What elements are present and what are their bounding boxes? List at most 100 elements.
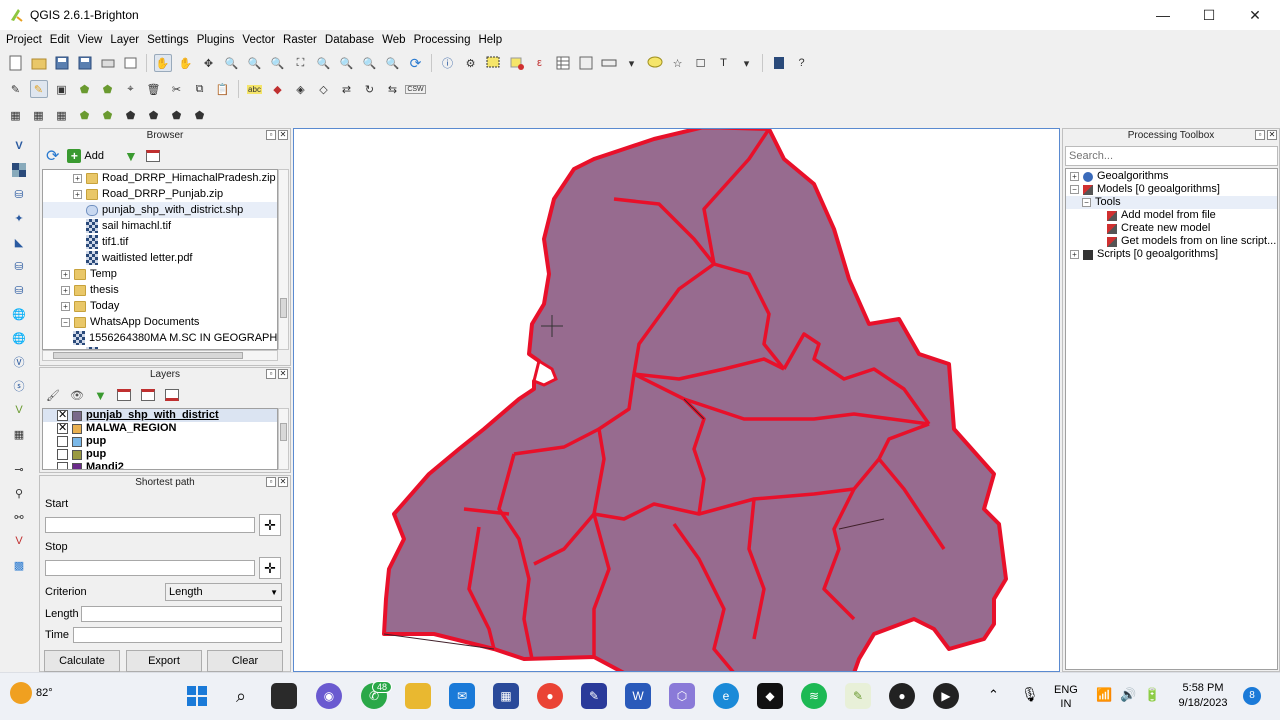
- layer-visibility-checkbox[interactable]: [57, 436, 68, 447]
- expand-all-icon[interactable]: [116, 389, 131, 401]
- criterion-select[interactable]: Length ▼: [165, 583, 282, 601]
- add-spatialite-icon[interactable]: ✦: [10, 209, 28, 227]
- action-icon[interactable]: ⚙: [462, 54, 480, 72]
- add-vector-layer-icon[interactable]: V: [10, 137, 28, 155]
- mail-icon[interactable]: ✉: [449, 683, 475, 709]
- layer-labeling-icon[interactable]: ◆: [269, 80, 287, 98]
- browser-vscrollbar[interactable]: [278, 169, 289, 350]
- notification-badge[interactable]: 8: [1243, 687, 1261, 705]
- whats-this-icon[interactable]: ?: [793, 54, 811, 72]
- collapse-all-icon[interactable]: [140, 389, 155, 401]
- open-project-icon[interactable]: [30, 54, 48, 72]
- weather-widget[interactable]: 82°: [10, 682, 53, 704]
- georeferencer-icon[interactable]: ⚯: [10, 508, 28, 526]
- new-spatialite-layer-icon[interactable]: ▦: [10, 425, 28, 443]
- refresh-icon[interactable]: ⟳: [46, 146, 59, 166]
- calculate-button[interactable]: Calculate: [44, 650, 120, 672]
- paste-features-icon[interactable]: 📋: [214, 80, 232, 98]
- add-feature-icon[interactable]: ⬟: [76, 80, 94, 98]
- file-explorer-icon[interactable]: [405, 683, 431, 709]
- float-panel-icon[interactable]: ▫: [266, 477, 276, 487]
- close-panel-icon[interactable]: ✕: [278, 477, 288, 487]
- label-tool-icon[interactable]: abc: [246, 80, 264, 98]
- start-point-input[interactable]: [45, 517, 255, 533]
- reshape-icon[interactable]: ▦: [53, 106, 71, 124]
- move-label-icon[interactable]: ⇄: [338, 80, 356, 98]
- menu-database[interactable]: Database: [321, 34, 378, 46]
- zoom-last-icon[interactable]: 🔍: [361, 54, 379, 72]
- expander-icon[interactable]: +: [1070, 172, 1079, 181]
- field-calculator-icon[interactable]: [577, 54, 595, 72]
- maximize-button[interactable]: ☐: [1186, 0, 1232, 30]
- layer-visibility-checkbox[interactable]: [57, 449, 68, 460]
- expander-icon[interactable]: +: [73, 189, 82, 199]
- node-tool-icon[interactable]: ⌖: [122, 80, 140, 98]
- toolbox-item[interactable]: − Models [0 geoalgorithms]: [1066, 183, 1277, 196]
- word-icon[interactable]: W: [625, 683, 651, 709]
- merge-features-icon[interactable]: ⬟: [122, 106, 140, 124]
- add-raster-layer-icon[interactable]: [10, 161, 28, 179]
- menu-settings[interactable]: Settings: [143, 34, 193, 46]
- rotate-symbols-icon[interactable]: ⬟: [168, 106, 186, 124]
- toggle-editing-icon[interactable]: ✎: [29, 80, 48, 98]
- menu-plugins[interactable]: Plugins: [193, 34, 239, 46]
- capture-start-point-button[interactable]: ✛: [259, 514, 281, 536]
- wifi-icon[interactable]: 📶: [1096, 687, 1112, 703]
- toolbox-item[interactable]: Add model from file: [1066, 209, 1277, 222]
- microphone-icon[interactable]: 🎙: [1021, 686, 1039, 703]
- delete-selected-icon[interactable]: 🗑: [145, 80, 163, 98]
- remove-layer-icon[interactable]: [164, 389, 179, 401]
- menu-help[interactable]: Help: [474, 34, 506, 46]
- menu-processing[interactable]: Processing: [410, 34, 475, 46]
- browser-item[interactable]: − WhatsApp Documents: [43, 314, 277, 330]
- add-mssql-icon[interactable]: ◣: [10, 233, 28, 251]
- copilot-icon[interactable]: ⬡: [669, 683, 695, 709]
- capture-stop-point-button[interactable]: ✛: [259, 557, 281, 579]
- add-postgis-icon[interactable]: ⛁: [10, 185, 28, 203]
- browser-item[interactable]: + thesis: [43, 282, 277, 298]
- add-wcs-icon[interactable]: 🌐: [10, 329, 28, 347]
- annotation-icon[interactable]: ☐: [692, 54, 710, 72]
- browser-item[interactable]: punjab_shp_with_district.shp: [43, 202, 277, 218]
- deselect-icon[interactable]: [508, 54, 526, 72]
- simplify-icon[interactable]: ⬟: [191, 106, 209, 124]
- zoom-selection-icon[interactable]: 🔍: [315, 54, 333, 72]
- menu-vector[interactable]: Vector: [238, 34, 279, 46]
- show-hide-labels-icon[interactable]: ◇: [315, 80, 333, 98]
- expander-icon[interactable]: +: [1070, 250, 1079, 259]
- browser-hscrollbar[interactable]: [42, 350, 278, 361]
- add-oracle-icon[interactable]: ⛁: [10, 257, 28, 275]
- add-delimited-text-icon[interactable]: ⓢ: [10, 377, 28, 395]
- browser-item[interactable]: + Today: [43, 298, 277, 314]
- menu-web[interactable]: Web: [378, 34, 409, 46]
- add-wms-icon[interactable]: 🌐: [10, 305, 28, 323]
- video-app-icon[interactable]: ◆: [757, 683, 783, 709]
- refresh-icon[interactable]: ⟳: [407, 54, 425, 72]
- expander-icon[interactable]: −: [1082, 198, 1091, 207]
- print-composer-icon[interactable]: [99, 54, 117, 72]
- measure-line-icon[interactable]: [600, 54, 618, 72]
- search-icon[interactable]: ⌕: [228, 683, 254, 709]
- clock[interactable]: 5:58 PM 9/18/2023: [1172, 681, 1234, 711]
- expander-icon[interactable]: +: [61, 285, 70, 295]
- move-feature-icon[interactable]: ⬟: [99, 80, 117, 98]
- float-panel-icon[interactable]: ▫: [266, 369, 276, 379]
- composer-manager-icon[interactable]: [122, 54, 140, 72]
- dropdown-arrow-icon[interactable]: ▾: [623, 54, 641, 72]
- zoom-layer-icon[interactable]: 🔍: [338, 54, 356, 72]
- add-layer-button[interactable]: + Add: [67, 149, 104, 163]
- filter-legend-icon[interactable]: ▼: [94, 388, 107, 403]
- zoom-native-icon[interactable]: 🔍: [269, 54, 287, 72]
- expander-icon[interactable]: +: [73, 173, 82, 183]
- map-tips-icon[interactable]: [646, 54, 664, 72]
- text-annotation-icon[interactable]: T: [715, 54, 733, 72]
- bookmark-icon[interactable]: ☆: [669, 54, 687, 72]
- start-button[interactable]: [184, 683, 210, 709]
- zoom-in-icon[interactable]: 🔍: [223, 54, 241, 72]
- add-csw-icon[interactable]: CSW: [405, 80, 426, 98]
- microsoft-store-icon[interactable]: ▦: [493, 683, 519, 709]
- stop-point-input[interactable]: [45, 560, 255, 576]
- close-button[interactable]: ✕: [1232, 0, 1278, 30]
- browser-item[interactable]: + Road_DRRP_Punjab.zip: [43, 186, 277, 202]
- battery-icon[interactable]: 🔋: [1144, 687, 1160, 703]
